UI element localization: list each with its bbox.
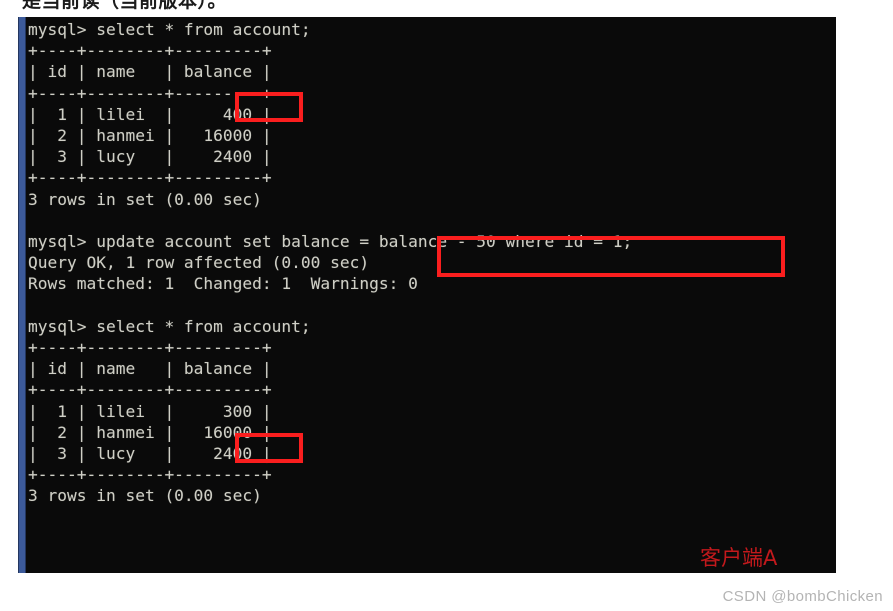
annotation-box-balance-300 [235, 433, 303, 463]
page-heading: 是当前读（当前版本）。 [22, 0, 228, 12]
terminal-scrollbar-track[interactable] [18, 17, 26, 573]
client-label: 客户端A [700, 546, 778, 570]
csdn-watermark: CSDN @bombChicken [722, 588, 883, 605]
mysql-terminal-window: mysql> select * from account; +----+----… [18, 17, 836, 573]
annotation-box-balance-400 [235, 92, 303, 122]
annotation-box-update-expression [437, 236, 785, 277]
terminal-scrollbar-thumb[interactable] [18, 17, 26, 573]
